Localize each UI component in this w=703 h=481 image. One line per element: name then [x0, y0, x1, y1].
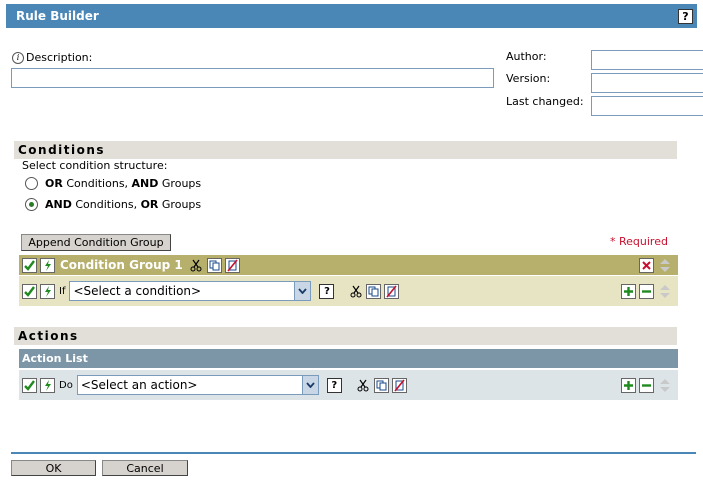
append-condition-group-button[interactable]: Append Condition Group — [21, 234, 171, 251]
description-label: Description: — [26, 51, 93, 64]
radio-or-conditions-and-groups[interactable]: OR Conditions, AND Groups — [25, 177, 201, 190]
chevron-down-icon[interactable] — [294, 282, 311, 300]
action-list-header: Action List — [19, 349, 678, 368]
cancel-button[interactable]: Cancel — [102, 460, 188, 476]
enable-check-icon[interactable] — [22, 257, 37, 273]
delete-group-icon[interactable] — [639, 257, 654, 273]
radio-button-selected[interactable] — [25, 198, 38, 211]
enable-check-icon[interactable] — [22, 377, 37, 393]
paste-icon[interactable] — [391, 377, 407, 393]
do-label: Do — [59, 379, 73, 391]
action-row: Do <Select an action> ? — [19, 370, 678, 400]
radio-label: AND Conditions, OR Groups — [45, 198, 202, 211]
enable-check-icon[interactable] — [22, 283, 37, 299]
description-input[interactable] — [11, 68, 494, 88]
copy-icon[interactable] — [366, 283, 382, 299]
paste-icon[interactable] — [224, 257, 240, 273]
paste-icon[interactable] — [384, 283, 400, 299]
info-icon: i — [12, 51, 24, 64]
condition-help-button[interactable]: ? — [319, 283, 335, 299]
condition-select[interactable]: <Select a condition> — [69, 281, 312, 301]
title-bar: Rule Builder ? — [6, 4, 697, 28]
help-button[interactable]: ? — [678, 8, 693, 24]
action-select[interactable]: <Select an action> — [76, 375, 319, 395]
cut-icon[interactable] — [348, 284, 363, 299]
add-icon[interactable] — [621, 377, 636, 393]
toggle-lightning-icon[interactable] — [40, 283, 55, 299]
move-up-down-icon[interactable] — [657, 284, 672, 299]
action-help-button[interactable]: ? — [326, 377, 342, 393]
ok-button[interactable]: OK — [11, 460, 96, 476]
condition-select-value: <Select a condition> — [73, 284, 202, 298]
radio-label: OR Conditions, AND Groups — [45, 177, 202, 190]
action-select-value: <Select an action> — [80, 378, 198, 392]
version-label: Version: — [506, 72, 551, 85]
footer-divider — [11, 452, 696, 454]
remove-icon[interactable] — [639, 377, 654, 393]
condition-group-title: Condition Group 1 — [60, 258, 183, 272]
window-title: Rule Builder — [16, 9, 99, 23]
chevron-down-icon[interactable] — [301, 376, 318, 394]
description-label-row: i Description: — [12, 51, 92, 64]
move-up-down-icon[interactable] — [657, 378, 672, 393]
remove-icon[interactable] — [639, 283, 654, 299]
cut-icon[interactable] — [356, 378, 371, 393]
add-icon[interactable] — [621, 283, 636, 299]
cut-icon[interactable] — [189, 258, 204, 273]
radio-and-conditions-or-groups[interactable]: AND Conditions, OR Groups — [25, 198, 201, 211]
copy-icon[interactable] — [373, 377, 389, 393]
last-changed-input[interactable] — [591, 96, 703, 116]
radio-button[interactable] — [25, 177, 38, 190]
last-changed-label: Last changed: — [506, 95, 584, 108]
toggle-lightning-icon[interactable] — [40, 257, 55, 273]
toggle-lightning-icon[interactable] — [40, 377, 55, 393]
move-up-down-icon[interactable] — [657, 258, 672, 273]
author-input[interactable] — [591, 50, 703, 70]
condition-structure-label: Select condition structure: — [22, 159, 168, 172]
if-label: If — [59, 285, 66, 297]
copy-icon[interactable] — [206, 257, 222, 273]
condition-group-header: Condition Group 1 — [19, 255, 678, 275]
author-label: Author: — [506, 50, 547, 63]
actions-header: Actions — [14, 327, 677, 345]
conditions-header: Conditions — [14, 141, 677, 159]
condition-row: If <Select a condition> ? — [19, 276, 678, 306]
version-input[interactable] — [591, 73, 703, 93]
required-note: * Required — [610, 235, 668, 248]
